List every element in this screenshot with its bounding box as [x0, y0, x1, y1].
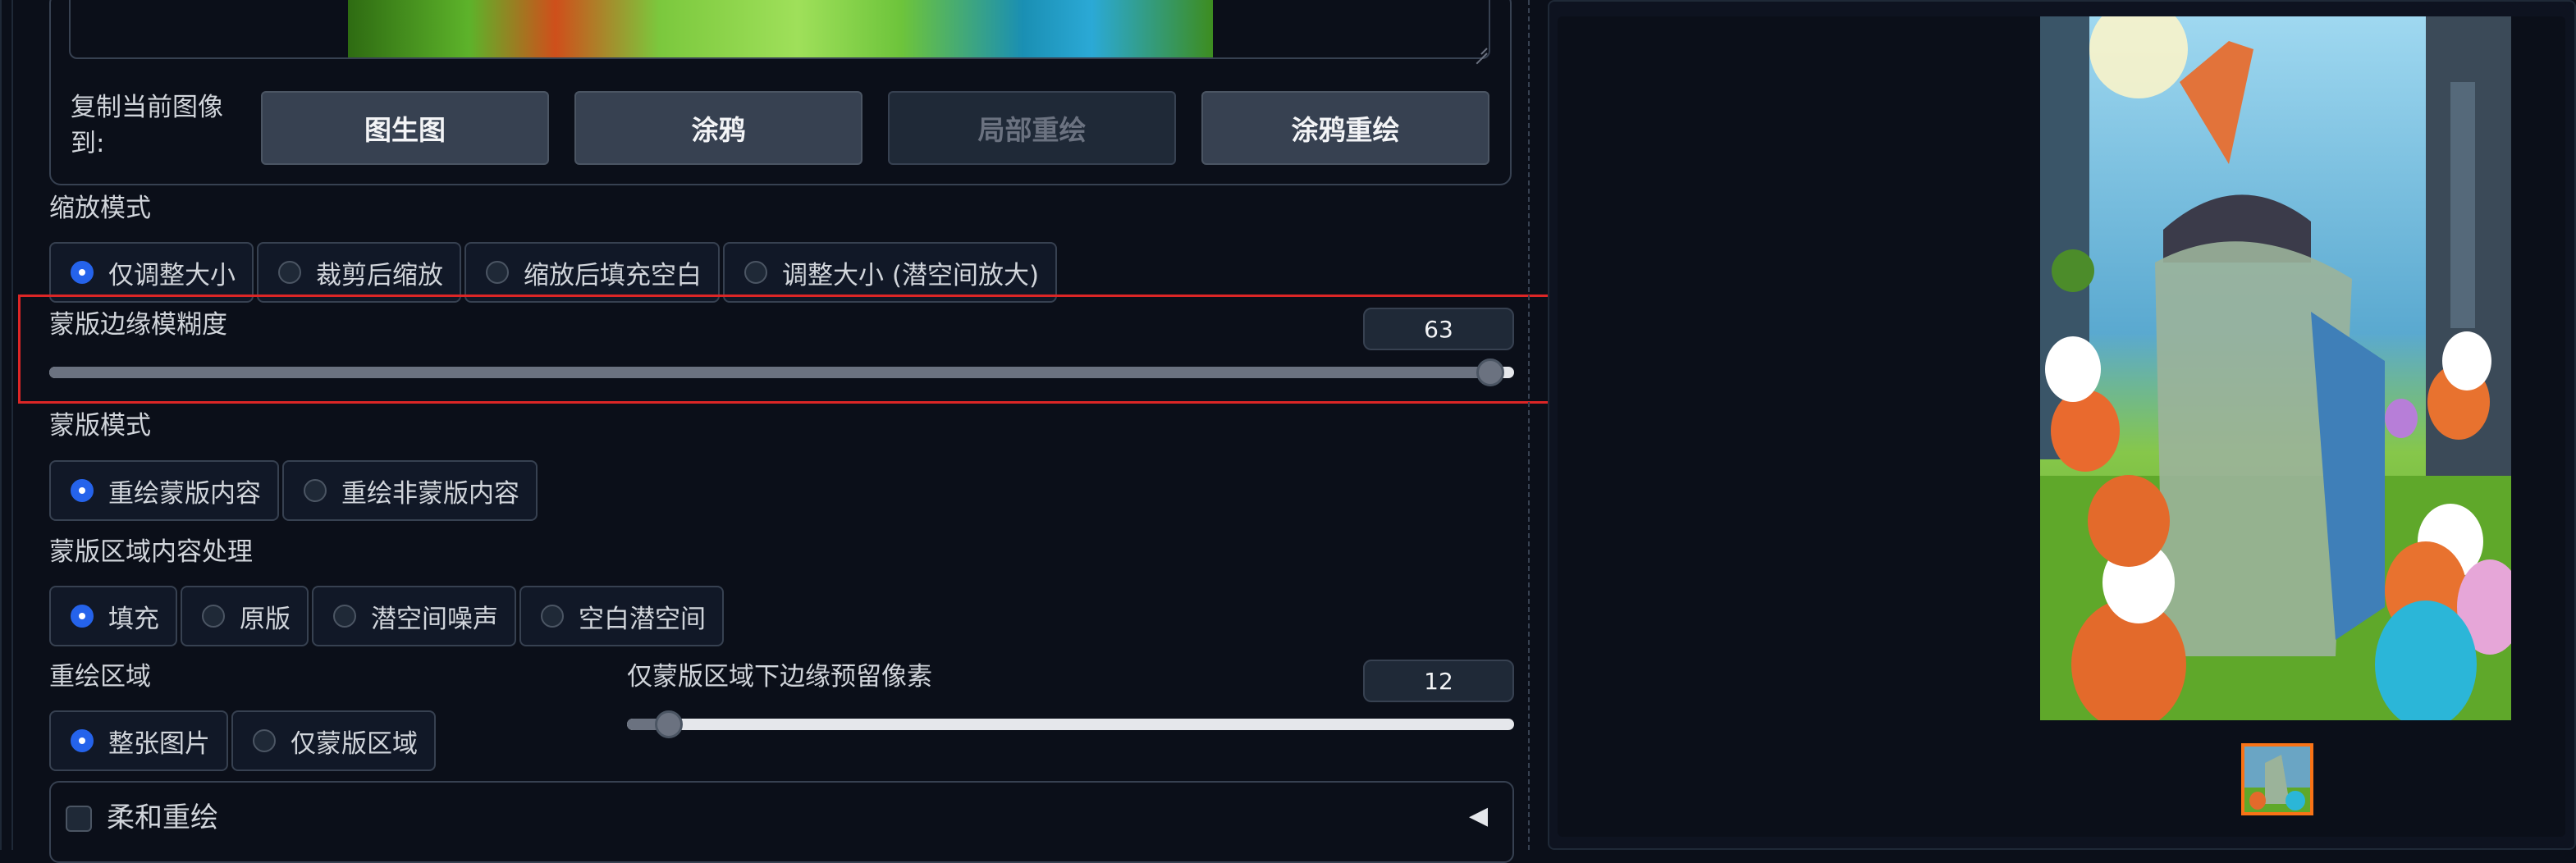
radio-label: 潜空间噪声 — [371, 604, 498, 634]
result-thumbnail[interactable] — [2241, 743, 2313, 815]
only-masked-padding-number-input[interactable]: 12 — [1363, 660, 1514, 702]
result-image[interactable] — [2040, 16, 2511, 720]
radio-label: 调整大小 (潜空间放大) — [782, 260, 1040, 290]
radio-label: 重绘蒙版内容 — [108, 478, 261, 509]
radio-label: 裁剪后缩放 — [316, 260, 443, 290]
mask-blur-highlight — [18, 295, 1560, 404]
only-masked-padding-slider-track[interactable] — [627, 719, 1514, 730]
radio-label: 整张图片 — [108, 728, 210, 759]
copy-to-sketch-button[interactable]: 涂鸦 — [574, 91, 862, 165]
result-image-artwork — [2040, 16, 2511, 720]
soft-inpainting-accordion[interactable] — [49, 781, 1514, 863]
copy-to-label-line1: 复制当前图像 — [71, 93, 223, 122]
radio-label: 重绘非蒙版内容 — [341, 478, 519, 509]
only-masked-padding-slider-thumb[interactable] — [654, 710, 683, 738]
copy-to-inpaint-button: 局部重绘 — [888, 91, 1176, 165]
result-thumbnail-artwork — [2244, 747, 2310, 812]
resize-mode-label: 缩放模式 — [49, 194, 151, 223]
radio-inpaint-not-masked[interactable]: 重绘非蒙版内容 — [282, 460, 538, 521]
mask-blur-slider-fill — [49, 367, 1491, 378]
inpaint-area-label: 重绘区域 — [49, 662, 151, 692]
column-divider — [1528, 0, 1530, 850]
radio-dot-icon — [744, 261, 767, 284]
radio-dot-icon — [486, 261, 509, 284]
radio-crop-and-resize[interactable]: 裁剪后缩放 — [257, 242, 461, 303]
radio-latent-nothing[interactable]: 空白潜空间 — [519, 586, 724, 646]
radio-dot-icon — [71, 729, 94, 752]
radio-dot-icon — [278, 261, 301, 284]
accordion-toggle-icon[interactable]: ◀ — [1469, 804, 1488, 829]
mask-blur-label: 蒙版边缘模糊度 — [49, 310, 227, 340]
radio-just-resize[interactable]: 仅调整大小 — [49, 242, 254, 303]
radio-fill[interactable]: 填充 — [49, 586, 177, 646]
radio-original[interactable]: 原版 — [181, 586, 309, 646]
radio-label: 原版 — [240, 604, 291, 634]
radio-dot-icon — [71, 605, 94, 628]
radio-latent-noise[interactable]: 潜空间噪声 — [312, 586, 516, 646]
left-border-line-inner — [11, 0, 13, 850]
mask-mode-label: 蒙版模式 — [49, 411, 151, 441]
source-image-preview — [348, 0, 1213, 57]
radio-dot-icon — [202, 605, 225, 628]
radio-dot-icon — [71, 261, 94, 284]
mask-blur-slider-track[interactable] — [49, 367, 1514, 378]
radio-label: 缩放后填充空白 — [524, 260, 702, 290]
radio-label: 仅蒙版区域 — [291, 728, 418, 759]
copy-to-img2img-button[interactable]: 图生图 — [261, 91, 549, 165]
mask-mode-radio-group: 重绘蒙版内容 重绘非蒙版内容 — [49, 460, 538, 521]
copy-to-label-line2: 到: — [71, 129, 105, 158]
soft-inpainting-label: 柔和重绘 — [107, 801, 218, 834]
radio-inpaint-masked[interactable]: 重绘蒙版内容 — [49, 460, 279, 521]
radio-label: 填充 — [108, 604, 159, 634]
only-masked-padding-label: 仅蒙版区域下边缘预留像素 — [627, 662, 932, 692]
masked-content-label: 蒙版区域内容处理 — [49, 537, 253, 567]
inpaint-area-radio-group: 整张图片 仅蒙版区域 — [49, 710, 436, 771]
soft-inpainting-checkbox[interactable] — [66, 806, 92, 832]
radio-only-masked[interactable]: 仅蒙版区域 — [231, 710, 436, 771]
resize-mode-radio-group: 仅调整大小 裁剪后缩放 缩放后填充空白 调整大小 (潜空间放大) — [49, 242, 1058, 303]
resize-handle-icon[interactable] — [1471, 41, 1487, 57]
radio-latent-upscale[interactable]: 调整大小 (潜空间放大) — [723, 242, 1058, 303]
copy-to-inpaint-sketch-button[interactable]: 涂鸦重绘 — [1201, 91, 1489, 165]
radio-resize-and-fill[interactable]: 缩放后填充空白 — [464, 242, 720, 303]
mask-blur-number-input[interactable]: 63 — [1363, 308, 1514, 350]
radio-dot-icon — [304, 479, 327, 502]
radio-label: 空白潜空间 — [579, 604, 706, 634]
masked-content-radio-group: 填充 原版 潜空间噪声 空白潜空间 — [49, 586, 724, 646]
radio-dot-icon — [253, 729, 276, 752]
radio-whole-picture[interactable]: 整张图片 — [49, 710, 228, 771]
radio-label: 仅调整大小 — [108, 260, 236, 290]
radio-dot-icon — [71, 479, 94, 502]
radio-dot-icon — [541, 605, 564, 628]
left-border-line — [0, 0, 2, 850]
radio-dot-icon — [333, 605, 356, 628]
